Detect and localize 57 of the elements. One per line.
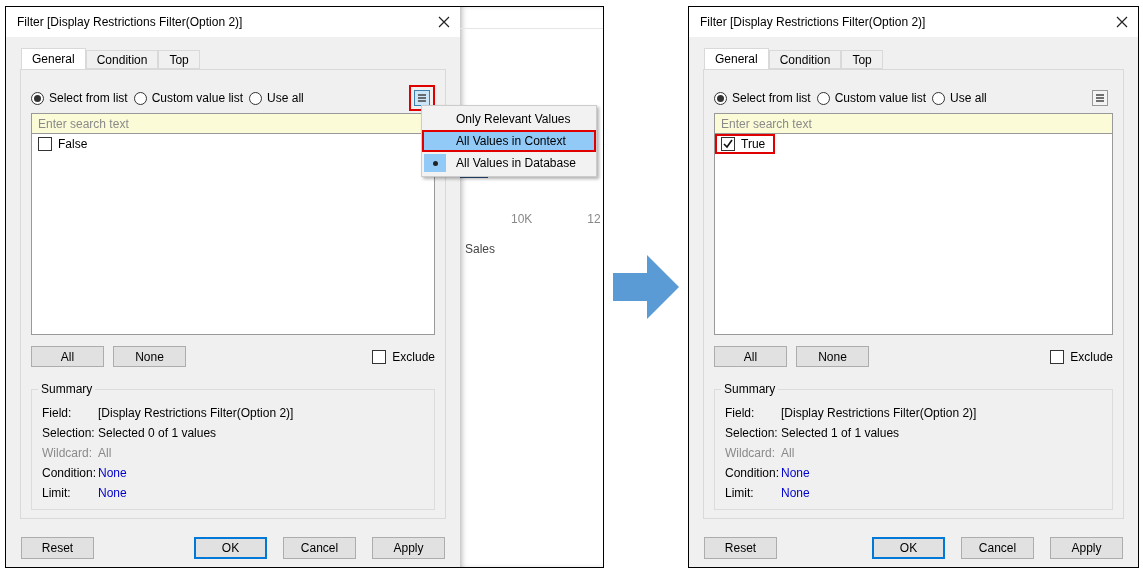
- radio-label: Select from list: [49, 90, 128, 107]
- window-title: Filter [Display Restrictions Filter(Option 2)]: [700, 14, 926, 31]
- summary-label: Limit:: [725, 485, 755, 502]
- radio-label: Select from list: [732, 90, 811, 107]
- tab[interactable]: General: [704, 48, 769, 70]
- dialog-button[interactable]: Apply: [372, 537, 445, 559]
- summary-label: Limit:: [42, 485, 72, 502]
- summary-label: Wildcard:: [42, 445, 93, 462]
- tab[interactable]: Top: [158, 50, 200, 69]
- dialog-button[interactable]: Cancel: [283, 537, 356, 559]
- summary-value[interactable]: None: [98, 464, 127, 482]
- summary-label: Field:: [725, 405, 756, 422]
- dialog-button[interactable]: Reset: [21, 537, 94, 559]
- summary-value: All: [781, 445, 795, 462]
- summary-value: [Display Restrictions Filter(Option 2)]: [781, 405, 977, 422]
- dialog-button[interactable]: Cancel: [961, 537, 1034, 559]
- radio-label: Custom value list: [834, 90, 927, 107]
- value-label: False: [58, 136, 88, 153]
- dialog-button[interactable]: Reset: [704, 537, 777, 559]
- summary-label: Selection:: [725, 425, 779, 442]
- value-label: True: [741, 136, 766, 153]
- dialog-button[interactable]: All: [714, 346, 787, 367]
- dialog-button[interactable]: All: [31, 346, 104, 367]
- search-field[interactable]: Enter search text: [715, 114, 1112, 134]
- tab[interactable]: Condition: [85, 50, 159, 69]
- dialog-button[interactable]: None: [113, 346, 186, 367]
- tab[interactable]: General: [21, 48, 86, 70]
- dialog-button[interactable]: Apply: [1050, 537, 1123, 559]
- exclude-label: Exclude: [392, 348, 435, 366]
- axis-label: 10K: [511, 211, 533, 228]
- summary-title: Summary: [38, 382, 96, 396]
- summary-value: [Display Restrictions Filter(Option 2)]: [98, 405, 294, 422]
- tab[interactable]: Condition: [768, 50, 842, 69]
- summary-title: Summary: [721, 382, 779, 396]
- exclude-label: Exclude: [1070, 348, 1113, 366]
- summary-value[interactable]: None: [98, 484, 127, 502]
- summary-value: Selected 0 of 1 values: [98, 425, 217, 442]
- summary-value[interactable]: None: [781, 464, 810, 482]
- radio-label: Custom value list: [151, 90, 244, 107]
- radio-label: Use all: [950, 90, 987, 107]
- dialog-button[interactable]: OK: [194, 537, 267, 559]
- tab[interactable]: Top: [841, 50, 883, 69]
- summary-label: Field:: [42, 405, 73, 422]
- summary-value: Selected 1 of 1 values: [781, 425, 900, 442]
- axis-title: Sales: [465, 241, 497, 258]
- summary-value: All: [98, 445, 112, 462]
- summary-label: Wildcard:: [725, 445, 776, 462]
- axis-label: 12: [587, 211, 601, 228]
- summary-value[interactable]: None: [781, 484, 810, 502]
- menu-item[interactable]: All Values in Context: [422, 130, 596, 152]
- summary-label: Condition:: [725, 465, 781, 482]
- dialog-button[interactable]: None: [796, 346, 869, 367]
- radio-label: Use all: [267, 90, 304, 107]
- dialog-button[interactable]: OK: [872, 537, 945, 559]
- window-title: Filter [Display Restrictions Filter(Option 2)]: [17, 14, 243, 31]
- summary-label: Condition:: [42, 465, 98, 482]
- summary-label: Selection:: [42, 425, 96, 442]
